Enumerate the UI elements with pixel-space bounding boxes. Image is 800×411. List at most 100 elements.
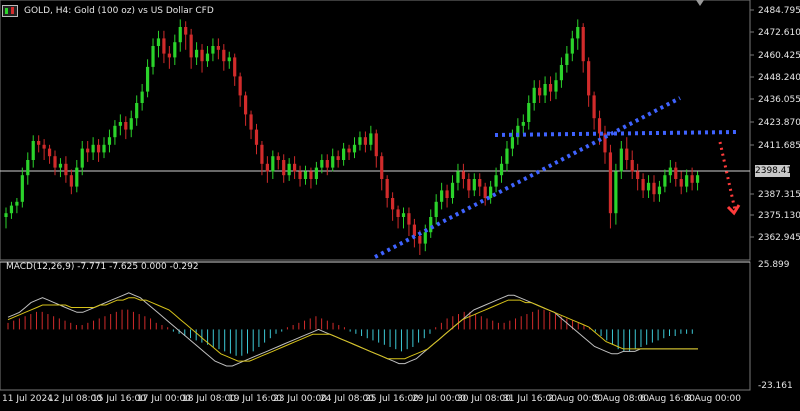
candle-bull bbox=[472, 179, 476, 191]
candle-bear bbox=[336, 156, 340, 160]
candle-bear bbox=[222, 49, 226, 62]
price-axis-label: 2375.130 bbox=[758, 211, 800, 221]
candle-bull bbox=[178, 27, 182, 43]
candle-bull bbox=[15, 201, 19, 206]
candle-bull bbox=[31, 141, 35, 160]
candle-bull bbox=[287, 163, 291, 176]
projection-arrow-head bbox=[726, 204, 741, 216]
projection-arrow-line[interactable] bbox=[718, 141, 737, 211]
candle-bull bbox=[151, 46, 155, 67]
candle-bear bbox=[325, 160, 329, 168]
candle-bear bbox=[418, 236, 422, 244]
price-pane-frame bbox=[0, 0, 751, 261]
candle-bear bbox=[608, 152, 613, 214]
candle-bull bbox=[102, 144, 106, 153]
candle-bull bbox=[135, 103, 139, 119]
candle-bear bbox=[293, 163, 297, 172]
candle-bear bbox=[124, 122, 128, 130]
candle-bull bbox=[505, 148, 509, 164]
candle-bull bbox=[554, 80, 558, 92]
candle-bull bbox=[423, 232, 427, 244]
candle-bull bbox=[695, 175, 700, 183]
candle-bear bbox=[374, 133, 378, 157]
price-axis: 2484.795 2472.610 2460.425 2448.240 2436.055… bbox=[750, 6, 800, 243]
macd-main-line bbox=[7, 292, 698, 367]
price-axis-label: 2411.685 bbox=[758, 141, 800, 151]
candle-bear bbox=[260, 144, 264, 164]
candle-bull bbox=[20, 175, 24, 202]
candle-bear bbox=[461, 171, 466, 179]
candle-bull bbox=[145, 66, 150, 92]
trendline-horizontal[interactable] bbox=[494, 130, 739, 137]
candle-bear bbox=[592, 95, 596, 119]
candle-bear bbox=[233, 57, 237, 77]
candle-bear bbox=[254, 129, 259, 145]
candle-bull bbox=[499, 163, 504, 176]
candle-bull bbox=[91, 144, 95, 153]
candle-bull bbox=[657, 186, 662, 195]
candle-bear bbox=[690, 175, 694, 183]
candle-bull bbox=[565, 53, 569, 65]
candle-bear bbox=[47, 148, 52, 157]
candle-bear bbox=[265, 163, 269, 172]
candle-bull bbox=[668, 167, 672, 176]
candle-bear bbox=[276, 156, 280, 160]
candle-bear bbox=[380, 156, 384, 179]
candle-bull bbox=[358, 137, 362, 145]
candle-bull bbox=[646, 182, 651, 191]
chart-window-icon bbox=[2, 5, 18, 17]
candle-bull bbox=[489, 186, 493, 198]
candle-bull bbox=[140, 91, 144, 103]
price-axis-label: 2387.315 bbox=[758, 190, 800, 200]
candle-bear bbox=[385, 179, 389, 198]
candle-bear bbox=[625, 148, 629, 160]
candle-bear bbox=[200, 49, 204, 62]
candle-bear bbox=[597, 118, 602, 134]
candle-bear bbox=[587, 61, 591, 96]
candle-bull bbox=[331, 156, 335, 168]
candle-bull bbox=[80, 148, 84, 168]
candle-bull bbox=[576, 27, 580, 39]
top-right-scroll-marker[interactable] bbox=[696, 0, 704, 6]
candle-bull bbox=[4, 213, 8, 217]
macd-histogram bbox=[7, 309, 693, 356]
candle-bear bbox=[69, 175, 73, 187]
candle-bear bbox=[86, 148, 90, 153]
candle-bear bbox=[96, 144, 101, 153]
candle-bear bbox=[309, 171, 313, 179]
candle-bull bbox=[173, 42, 177, 58]
symbol-label: GOLD, H4: Gold (100 oz) vs US Dollar CFD bbox=[24, 6, 214, 16]
price-axis-label: 2448.240 bbox=[758, 73, 800, 83]
candle-bear bbox=[407, 213, 411, 225]
candle-bull bbox=[440, 190, 444, 202]
current-price-badge: 2398.410 bbox=[755, 165, 798, 177]
candle-bear bbox=[162, 38, 166, 54]
candle-bull bbox=[494, 175, 498, 187]
time-axis-label: 11 Jul 2024 bbox=[2, 394, 53, 404]
macd-pane-frame bbox=[0, 261, 751, 391]
candle-bear bbox=[483, 186, 487, 198]
candle-bull bbox=[429, 217, 433, 233]
candle-bear bbox=[467, 179, 471, 191]
candle-bull bbox=[352, 144, 357, 153]
candle-bull bbox=[521, 122, 525, 126]
time-axis: 11 Jul 202412 Jul 08:0015 Jul 16:0017 Ju… bbox=[2, 394, 741, 404]
candle-bull bbox=[211, 46, 215, 54]
candle-bull bbox=[156, 38, 161, 46]
candle-bull bbox=[342, 148, 346, 160]
candle-bull bbox=[450, 182, 455, 198]
trading-chart[interactable]: GOLD, H4: Gold (100 oz) vs US Dollar CFD… bbox=[0, 0, 800, 407]
candle-bull bbox=[26, 160, 30, 176]
candle-bull bbox=[205, 53, 210, 62]
candle-bull bbox=[314, 167, 318, 179]
candle-bull bbox=[320, 160, 324, 168]
candles-series bbox=[4, 19, 700, 255]
candle-bear bbox=[652, 182, 656, 195]
candle-bull bbox=[113, 125, 117, 138]
chart-canvas[interactable]: 2484.795 2472.610 2460.425 2448.240 2436.055… bbox=[0, 0, 800, 407]
candle-bear bbox=[674, 167, 678, 179]
candle-bull bbox=[401, 213, 406, 217]
candle-bear bbox=[249, 114, 253, 130]
candle-bear bbox=[412, 224, 416, 236]
candle-bull bbox=[663, 175, 667, 187]
